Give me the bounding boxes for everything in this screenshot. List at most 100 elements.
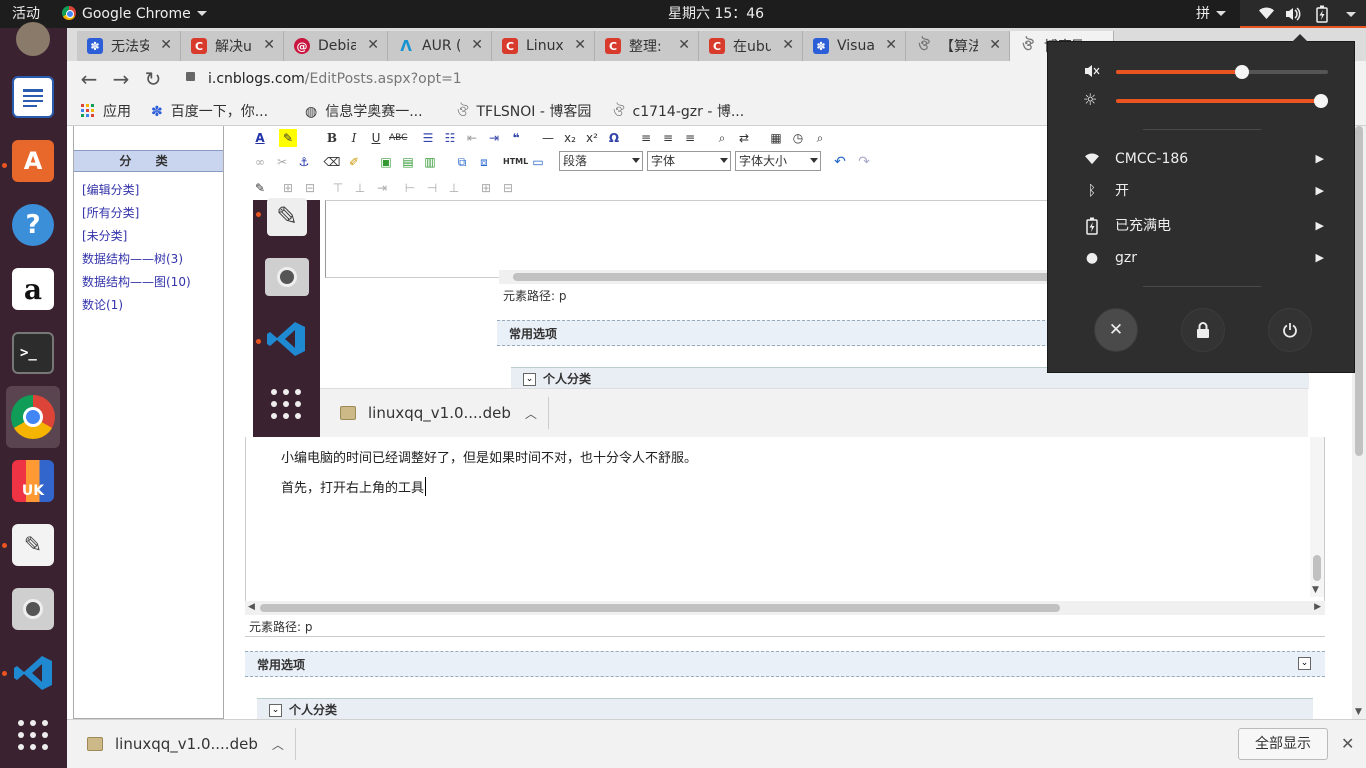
outdent-icon[interactable]: ⇤: [463, 129, 481, 147]
tab[interactable]: ✽ Visua ✕: [803, 31, 906, 61]
unlink-icon[interactable]: ✂: [273, 153, 291, 171]
dock-item-disk[interactable]: [6, 12, 60, 66]
dock-item-terminal[interactable]: >_: [6, 326, 60, 380]
eraser-icon[interactable]: ⌫: [323, 153, 341, 171]
category-link[interactable]: 数据结构——图(10): [82, 274, 223, 290]
anchor-icon[interactable]: ⚓: [295, 153, 313, 171]
dock-item-ukylin[interactable]: UK: [6, 454, 60, 508]
search-icon[interactable]: ⌕: [811, 129, 829, 147]
scroll-thumb[interactable]: [260, 604, 1060, 612]
system-status-area[interactable]: [1240, 0, 1366, 28]
scroll-down-icon[interactable]: ▼: [1355, 707, 1362, 717]
scroll-down-icon[interactable]: ▼: [1312, 585, 1319, 595]
dock-item-text-editor[interactable]: ✎: [6, 518, 60, 572]
font-size-select[interactable]: 字体大小: [735, 151, 821, 171]
bullet-list-icon[interactable]: ☰: [419, 129, 437, 147]
address-bar[interactable]: i.cnblogs.com/EditPosts.aspx?opt=1: [208, 65, 1088, 93]
category-link[interactable]: 数据结构——树(3): [82, 251, 223, 267]
app-menu[interactable]: Google Chrome: [62, 0, 207, 28]
delete-row-icon[interactable]: ⇥: [373, 179, 391, 197]
category-link[interactable]: [所有分类]: [82, 205, 223, 221]
replace-icon[interactable]: ⇄: [735, 129, 753, 147]
download-item[interactable]: linuxqq_v1.0....deb ︿: [87, 735, 284, 753]
format-select[interactable]: 段落: [559, 151, 643, 171]
settings-button[interactable]: ✕: [1094, 308, 1138, 352]
col-before-icon[interactable]: ⊢: [401, 179, 419, 197]
editor-horizontal-scrollbar[interactable]: ◀ ▶: [245, 601, 1325, 615]
merge-cells-icon[interactable]: ⊟: [499, 179, 517, 197]
italic-icon[interactable]: I: [345, 129, 363, 147]
dock-item-camera[interactable]: [6, 582, 60, 636]
content-paragraph[interactable]: 小编电脑的时间已经调整好了，但是如果时间不对，也十分令人不舒服。: [281, 447, 697, 466]
align-left-icon[interactable]: ≡: [637, 129, 655, 147]
date-icon[interactable]: ▦: [767, 129, 785, 147]
editor-content-area[interactable]: 小编电脑的时间已经调整好了，但是如果时间不对，也十分令人不舒服。 首先，打开右上…: [245, 437, 1325, 609]
tab[interactable]: C 整理: ✕: [595, 31, 699, 61]
dock-item-help[interactable]: ?: [6, 198, 60, 252]
close-icon[interactable]: ✕: [782, 37, 794, 53]
split-cells-icon[interactable]: ⊞: [477, 179, 495, 197]
font-color-icon[interactable]: A: [251, 129, 269, 147]
find-icon[interactable]: ⌕: [713, 129, 731, 147]
wifi-menu-item[interactable]: CMCC-186 ▶: [1048, 143, 1354, 175]
ghost-expand-icon[interactable]: ⌄: [523, 373, 536, 386]
close-icon[interactable]: ✕: [160, 37, 172, 53]
forward-button[interactable]: →: [109, 67, 133, 91]
scroll-thumb[interactable]: [513, 273, 1063, 281]
bookmark-item[interactable]: ঔ c1714-gzr - 博...: [613, 101, 744, 123]
underline-icon[interactable]: U: [367, 129, 385, 147]
collapse-icon[interactable]: ⌄: [1298, 657, 1311, 670]
align-center-icon[interactable]: ≡: [659, 129, 677, 147]
scroll-thumb[interactable]: [1313, 555, 1321, 581]
table-icon[interactable]: ⊞: [279, 179, 297, 197]
scroll-thumb[interactable]: [1355, 126, 1363, 456]
horizontal-rule-icon[interactable]: —: [539, 129, 557, 147]
close-icon[interactable]: ✕: [885, 37, 897, 53]
battery-menu-item[interactable]: 已充满电 ▶: [1048, 210, 1354, 242]
tab[interactable]: @ Debia ✕: [284, 31, 388, 61]
bookmark-apps[interactable]: 应用: [81, 101, 131, 123]
power-button[interactable]: [1268, 308, 1312, 352]
tab[interactable]: ঔ 【算法 ✕: [906, 31, 1010, 61]
insert-image-icon[interactable]: ▣: [377, 153, 395, 171]
ghost-download-item[interactable]: linuxqq_v1.0....deb ︿: [340, 404, 537, 422]
scroll-left-icon[interactable]: ◀: [248, 602, 255, 612]
preview-icon[interactable]: ⧈: [475, 153, 493, 171]
tab[interactable]: Λ AUR (✕: [388, 31, 492, 61]
dock-item-app-grid[interactable]: [6, 708, 60, 762]
redo-icon[interactable]: ↷: [855, 153, 873, 171]
bluetooth-menu-item[interactable]: ᛒ 开 ▶: [1048, 175, 1354, 207]
editor-vertical-scrollbar[interactable]: ▼: [1310, 437, 1324, 597]
media-icon[interactable]: ▥: [421, 153, 439, 171]
close-icon[interactable]: ✕: [471, 37, 483, 53]
tab[interactable]: C 解决u ✕: [181, 31, 284, 61]
category-link[interactable]: 数论(1): [82, 297, 223, 313]
strikethrough-icon[interactable]: ABC: [389, 129, 407, 147]
brightness-slider[interactable]: [1116, 94, 1328, 108]
delete-col-icon[interactable]: ⊥: [445, 179, 463, 197]
table-props-icon[interactable]: ⊟: [301, 179, 319, 197]
subscript-icon[interactable]: x₂: [561, 129, 579, 147]
close-icon[interactable]: ✕: [1341, 734, 1354, 753]
scroll-right-icon[interactable]: ▶: [1314, 602, 1321, 612]
back-button[interactable]: ←: [77, 67, 101, 91]
close-icon[interactable]: ✕: [678, 37, 690, 53]
user-menu-item[interactable]: ● gzr ▶: [1048, 242, 1354, 274]
row-after-icon[interactable]: ⊥: [351, 179, 369, 197]
image-icon[interactable]: ▤: [399, 153, 417, 171]
content-paragraph-caret[interactable]: 首先，打开右上角的工具: [281, 477, 427, 496]
close-icon[interactable]: ✕: [263, 37, 275, 53]
close-icon[interactable]: ✕: [574, 37, 586, 53]
row-before-icon[interactable]: ⊤: [329, 179, 347, 197]
bookmark-item[interactable]: ঔ TFLSNOI - 博客园: [457, 101, 591, 123]
brightness-slider-knob[interactable]: [1314, 94, 1328, 108]
html-source-icon[interactable]: HTML: [503, 153, 528, 171]
numbered-list-icon[interactable]: ☷: [441, 129, 459, 147]
tab[interactable]: ✽ 无法安 ✕: [77, 31, 181, 61]
link-icon[interactable]: ∞: [251, 153, 269, 171]
bold-icon[interactable]: B: [323, 129, 341, 147]
volume-slider[interactable]: [1116, 65, 1328, 79]
table-edit-icon[interactable]: ✎: [251, 179, 269, 197]
highlight-icon[interactable]: ✎: [279, 129, 297, 147]
clock[interactable]: 星期六 15：46: [668, 0, 764, 28]
